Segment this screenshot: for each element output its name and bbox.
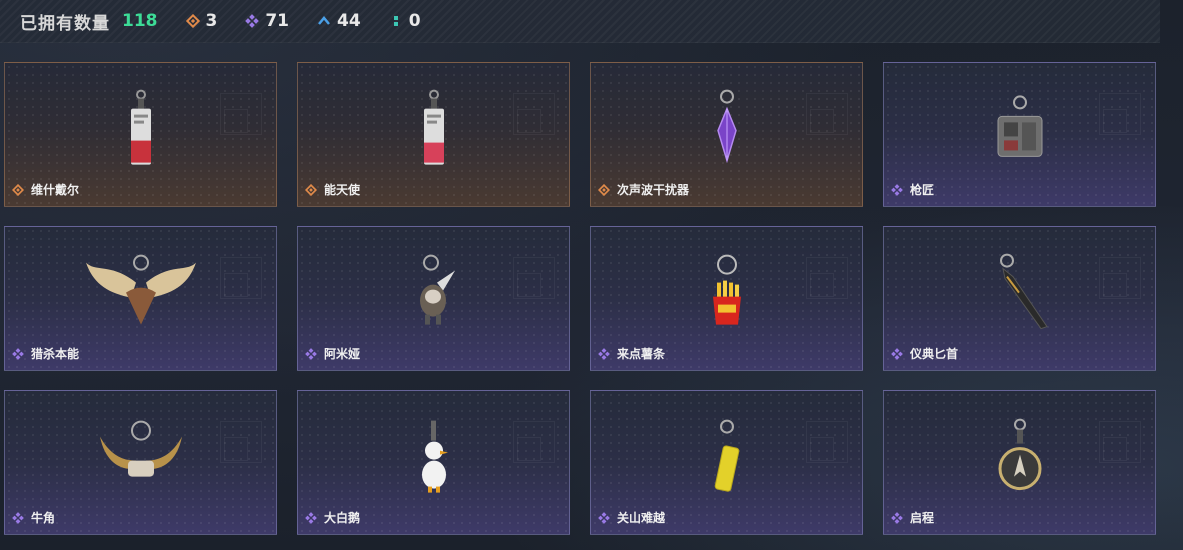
card-decoration bbox=[1103, 273, 1127, 297]
item-name: 阿米娅 bbox=[324, 347, 361, 361]
tag-strap-icon bbox=[126, 88, 156, 168]
item-label-row: 维什戴尔 bbox=[12, 181, 79, 198]
purple-diamond-icon bbox=[598, 511, 610, 524]
orange-diamond-icon bbox=[185, 14, 200, 28]
item-card[interactable]: 能天使 bbox=[297, 62, 570, 207]
card-decoration bbox=[810, 273, 834, 297]
fries-icon bbox=[707, 252, 747, 332]
card-decoration bbox=[224, 437, 248, 461]
stat-blue-value: 44 bbox=[337, 11, 361, 31]
item-label-row: 枪匠 bbox=[891, 181, 934, 198]
purple-diamond-icon bbox=[598, 347, 610, 360]
item-card[interactable]: 关山难越 bbox=[590, 390, 863, 535]
item-card[interactable]: 阿米娅 bbox=[297, 226, 570, 371]
item-card[interactable]: 牛角 bbox=[4, 390, 277, 535]
ownership-summary-bar: 已拥有数量 118 3 71 44 0 bbox=[0, 0, 1160, 43]
item-label-row: 牛角 bbox=[12, 509, 55, 526]
item-name: 枪匠 bbox=[910, 183, 935, 197]
moose-antlers-icon bbox=[81, 252, 201, 332]
item-name: 启程 bbox=[910, 511, 935, 525]
stat-orange: 3 bbox=[185, 11, 218, 31]
purple-diamond-icon bbox=[305, 511, 317, 524]
purple-diamond-icon bbox=[245, 14, 260, 28]
orange-diamond-icon bbox=[12, 183, 24, 196]
bull-horns-icon bbox=[96, 416, 186, 496]
purple-diamond-icon bbox=[891, 511, 903, 524]
item-label-row: 能天使 bbox=[305, 181, 360, 198]
card-decoration bbox=[810, 437, 834, 461]
item-card[interactable]: 次声波干扰器 bbox=[590, 62, 863, 207]
stat-orange-value: 3 bbox=[205, 11, 218, 31]
purple-diamond-icon bbox=[891, 347, 903, 360]
purple-diamond-icon bbox=[891, 183, 903, 196]
item-card[interactable]: 维什戴尔 bbox=[4, 62, 277, 207]
item-card[interactable]: 来点薯条 bbox=[590, 226, 863, 371]
item-grid: 维什戴尔 能天使 次声波干扰器 枪匠 猎杀本能 阿米娅 来点薯条 仪典匕首 牛角… bbox=[4, 62, 1156, 535]
item-name: 来点薯条 bbox=[617, 347, 666, 361]
white-goose-icon bbox=[414, 416, 454, 496]
dagger-icon bbox=[985, 252, 1055, 332]
stat-purple: 71 bbox=[245, 11, 289, 31]
card-decoration bbox=[517, 109, 541, 133]
item-name: 次声波干扰器 bbox=[617, 183, 690, 197]
item-name: 猎杀本能 bbox=[31, 347, 80, 361]
tag-strap-icon bbox=[419, 88, 449, 168]
teal-dots-icon bbox=[393, 16, 398, 26]
card-decoration bbox=[517, 437, 541, 461]
orange-diamond-icon bbox=[305, 183, 317, 196]
item-label-row: 大白鹅 bbox=[305, 509, 360, 526]
item-card[interactable]: 枪匠 bbox=[883, 62, 1156, 207]
item-name: 仪典匕首 bbox=[910, 347, 959, 361]
owned-count: 118 bbox=[122, 11, 158, 31]
blue-chevron-icon bbox=[318, 16, 330, 25]
purple-diamond-icon bbox=[12, 511, 24, 524]
card-decoration bbox=[224, 273, 248, 297]
gear-box-icon bbox=[990, 94, 1050, 164]
item-card[interactable]: 仪典匕首 bbox=[883, 226, 1156, 371]
item-name: 能天使 bbox=[324, 183, 361, 197]
item-label-row: 关山难越 bbox=[598, 509, 665, 526]
owned-label: 已拥有数量 bbox=[20, 13, 110, 34]
card-decoration bbox=[517, 273, 541, 297]
item-name: 维什戴尔 bbox=[31, 183, 80, 197]
stat-blue: 44 bbox=[317, 11, 361, 31]
item-card[interactable]: 猎杀本能 bbox=[4, 226, 277, 371]
item-label-row: 阿米娅 bbox=[305, 345, 360, 362]
purple-diamond-icon bbox=[12, 347, 24, 360]
orange-diamond-icon bbox=[598, 183, 610, 196]
item-label-row: 启程 bbox=[891, 509, 934, 526]
card-decoration bbox=[810, 109, 834, 133]
item-label-row: 来点薯条 bbox=[598, 345, 665, 362]
item-label-row: 仪典匕首 bbox=[891, 345, 958, 362]
purple-diamond-icon bbox=[305, 347, 317, 360]
yellow-can-icon bbox=[707, 416, 747, 496]
item-name: 大白鹅 bbox=[324, 511, 361, 525]
stat-purple-value: 71 bbox=[265, 11, 290, 31]
card-decoration bbox=[1103, 437, 1127, 461]
stat-teal-value: 0 bbox=[408, 11, 421, 31]
item-card[interactable]: 大白鹅 bbox=[297, 390, 570, 535]
card-decoration bbox=[224, 109, 248, 133]
item-label-row: 次声波干扰器 bbox=[598, 181, 689, 198]
item-name: 关山难越 bbox=[617, 511, 666, 525]
stat-teal: 0 bbox=[389, 11, 421, 31]
compass-medal-icon bbox=[995, 416, 1045, 496]
plush-bunny-icon bbox=[409, 252, 459, 332]
item-name: 牛角 bbox=[31, 511, 56, 525]
item-card[interactable]: 启程 bbox=[883, 390, 1156, 535]
purple-crystal-icon bbox=[712, 88, 742, 168]
item-label-row: 猎杀本能 bbox=[12, 345, 79, 362]
card-decoration bbox=[1103, 109, 1127, 133]
